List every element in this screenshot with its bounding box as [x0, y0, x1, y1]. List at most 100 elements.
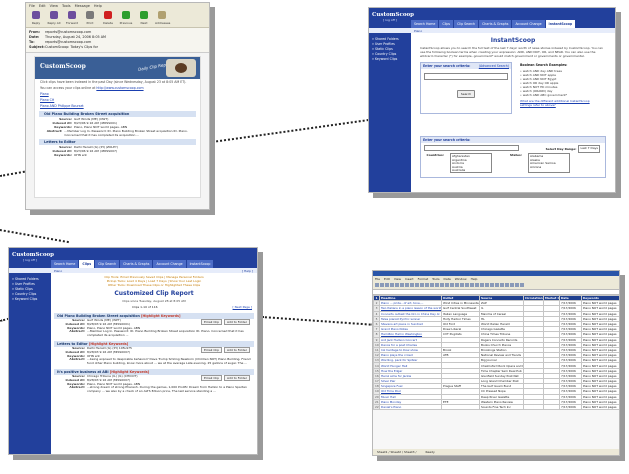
toolbar-icon[interactable] — [500, 283, 504, 287]
highlight-keywords-link[interactable]: [Highlight Keywords] — [141, 314, 180, 318]
toolbar-icon[interactable] — [430, 283, 434, 287]
menu-item-edit[interactable]: Edit — [39, 4, 46, 8]
menu-item-data[interactable]: Data — [444, 277, 451, 281]
keyword-link[interactable]: Piano — [40, 92, 49, 96]
keyword-link[interactable]: Piano AND Philippe Bourset — [40, 104, 84, 108]
keyword-link[interactable]: Piano CH — [40, 98, 54, 102]
search-button[interactable]: Search — [456, 90, 476, 98]
table-cell[interactable]: Chelmsford Rock Opera and Records — [479, 362, 524, 369]
table-cell[interactable]: Piano NOT world pages — [581, 336, 619, 343]
access-link[interactable]: http://www.customscoop.com — [96, 86, 143, 90]
table-cell[interactable]: Two Italians in a piano lesson of the wo… — [379, 305, 442, 312]
toolbar-icon[interactable] — [465, 283, 469, 287]
table-cell[interactable]: Piano NOT world pages — [581, 388, 619, 395]
next-page-link[interactable]: [ Next Page ] — [233, 305, 252, 309]
table-cell[interactable] — [543, 403, 560, 411]
menu-item-help[interactable]: Help — [471, 277, 478, 281]
table-cell[interactable]: Piano NOT world pages — [581, 367, 619, 374]
menu-item-format[interactable]: Format — [418, 277, 429, 281]
toolbar-icon[interactable] — [510, 283, 514, 287]
toolbar-icon[interactable] — [425, 283, 429, 287]
help-link[interactable]: What are the different additional Instan… — [516, 98, 606, 108]
tab-clip-search[interactable]: Clip Search — [454, 20, 479, 28]
toolbar-icon[interactable] — [385, 283, 389, 287]
email-clip-button[interactable]: Email Clip — [201, 319, 222, 325]
table-cell[interactable]: Piano NOT world pages — [581, 326, 619, 333]
menu-item-insert[interactable]: Insert — [405, 277, 414, 281]
table-cell[interactable]: Time Chapter Sam Deal Pub — [479, 367, 524, 374]
toolbar-icon[interactable] — [410, 283, 414, 287]
next-button[interactable]: Next — [137, 11, 151, 25]
tool-line[interactable]: Other Tools: Download These Clips or Hig… — [54, 283, 254, 287]
table-cell[interactable]: Piano NOT world pages — [581, 305, 619, 312]
toolbar-icon[interactable] — [435, 283, 439, 287]
state-option[interactable]: Arizona — [530, 165, 568, 170]
table-cell[interactable]: Piano NOT world pages — [581, 315, 619, 322]
menu-item-view[interactable]: View — [394, 277, 401, 281]
table-cell[interactable]: Piano NOT world pages — [581, 341, 619, 348]
toolbar-icon[interactable] — [420, 283, 424, 287]
toolbar-icon[interactable] — [455, 283, 459, 287]
tab-account-change[interactable]: Account Change — [512, 20, 545, 28]
table-cell[interactable]: Piano NOT world pages — [581, 346, 619, 354]
toolbar-icon[interactable] — [490, 283, 494, 287]
table-cell[interactable]: Piano NOT world pages — [581, 372, 619, 380]
menu-item-view[interactable]: View — [50, 4, 58, 8]
help-link[interactable]: [ Help ] — [242, 269, 253, 273]
sidebar-item[interactable]: » Keyword Clips — [12, 296, 48, 301]
menu-item-file[interactable]: File — [375, 277, 380, 281]
toolbar-icon[interactable] — [480, 283, 484, 287]
table-cell[interactable]: Long Island Chamber Post — [479, 377, 524, 385]
menu-item-file[interactable]: File — [29, 4, 35, 8]
sidebar-item[interactable]: » Keyword Clips — [372, 56, 408, 61]
table-cell[interactable]: Piano NOT world pages — [581, 362, 619, 369]
countries-select[interactable]: Afghanistan Argentina Andorra Austria Austra… — [450, 153, 492, 173]
tab-instantscoop[interactable]: InstantScoop — [545, 20, 576, 28]
toolbar-icon[interactable] — [495, 283, 499, 287]
table-cell[interactable]: Concerts outlast the Oro in China Day Al — [379, 310, 442, 317]
toolbar-icon[interactable] — [445, 283, 449, 287]
menu-item-tools[interactable]: Tools — [62, 4, 71, 8]
table-cell[interactable]: Wind Cities in Minnesota — [441, 300, 480, 307]
table-cell[interactable]: Daniel's Piano — [379, 403, 442, 411]
email-clip-button[interactable]: Email Clip — [201, 374, 222, 381]
table-cell[interactable]: Piano NOT world pages — [581, 393, 619, 400]
previous-button[interactable]: Previous — [119, 11, 133, 25]
table-cell[interactable]: Piano NOT world pages — [581, 320, 619, 328]
email-clip-button[interactable]: Email Clip — [201, 346, 222, 353]
country-option[interactable]: Australia — [452, 169, 490, 173]
table-cell[interactable]: Sounds Fine Tech Inc — [479, 403, 524, 411]
toolbar-icon[interactable] — [405, 283, 409, 287]
log-off-link[interactable]: [ log off ] — [12, 258, 48, 262]
advanced-search-link[interactable]: (Advanced Search) — [479, 64, 509, 68]
toolbar-icon[interactable] — [380, 283, 384, 287]
table-cell[interactable] — [523, 403, 544, 411]
menu-item-edit[interactable]: Edit — [384, 277, 390, 281]
tab-clip-search[interactable]: Clip Search — [95, 260, 120, 268]
table-cell[interactable]: Piano NOT world pages — [581, 398, 619, 405]
add-to-folder-button[interactable]: Add to Folder — [224, 374, 250, 381]
states-select[interactable]: Alabama Alaska American Samoa Arizona — [528, 153, 570, 173]
column-header[interactable]: Circulation — [523, 294, 544, 302]
add-to-folder-button[interactable]: Add to Folder — [224, 346, 250, 353]
toolbar-icon[interactable] — [415, 283, 419, 287]
table-cell[interactable]: Rogers Concerto Records — [479, 336, 524, 343]
table-cell[interactable]: 7/17/2006 — [559, 403, 582, 411]
toolbar-icon[interactable] — [395, 283, 399, 287]
table-cell[interactable]: Piano NOT world pages — [581, 310, 619, 317]
tab-search-home[interactable]: Search Home — [51, 260, 79, 268]
add-to-folder-button[interactable]: Add to Folder — [224, 319, 250, 325]
menu-item-message[interactable]: Message — [75, 4, 90, 8]
tab-search-home[interactable]: Search Home — [411, 20, 439, 28]
toolbar-icon[interactable] — [470, 283, 474, 287]
table-cell[interactable]: Piano NOT world pages — [581, 357, 619, 364]
table-cell[interactable]: Piano NOT world pages — [581, 331, 619, 338]
tab-clips[interactable]: Clips — [439, 20, 454, 28]
reply-button[interactable]: Reply — [29, 11, 43, 25]
toolbar-icon[interactable] — [475, 283, 479, 287]
search-input-2[interactable] — [424, 145, 519, 151]
toolbar-icon[interactable] — [440, 283, 444, 287]
day-range-select[interactable]: Last 7 Days — [578, 145, 600, 153]
menu-item-tools[interactable]: Tools — [432, 277, 439, 281]
menu-item-window[interactable]: Window — [455, 277, 467, 281]
